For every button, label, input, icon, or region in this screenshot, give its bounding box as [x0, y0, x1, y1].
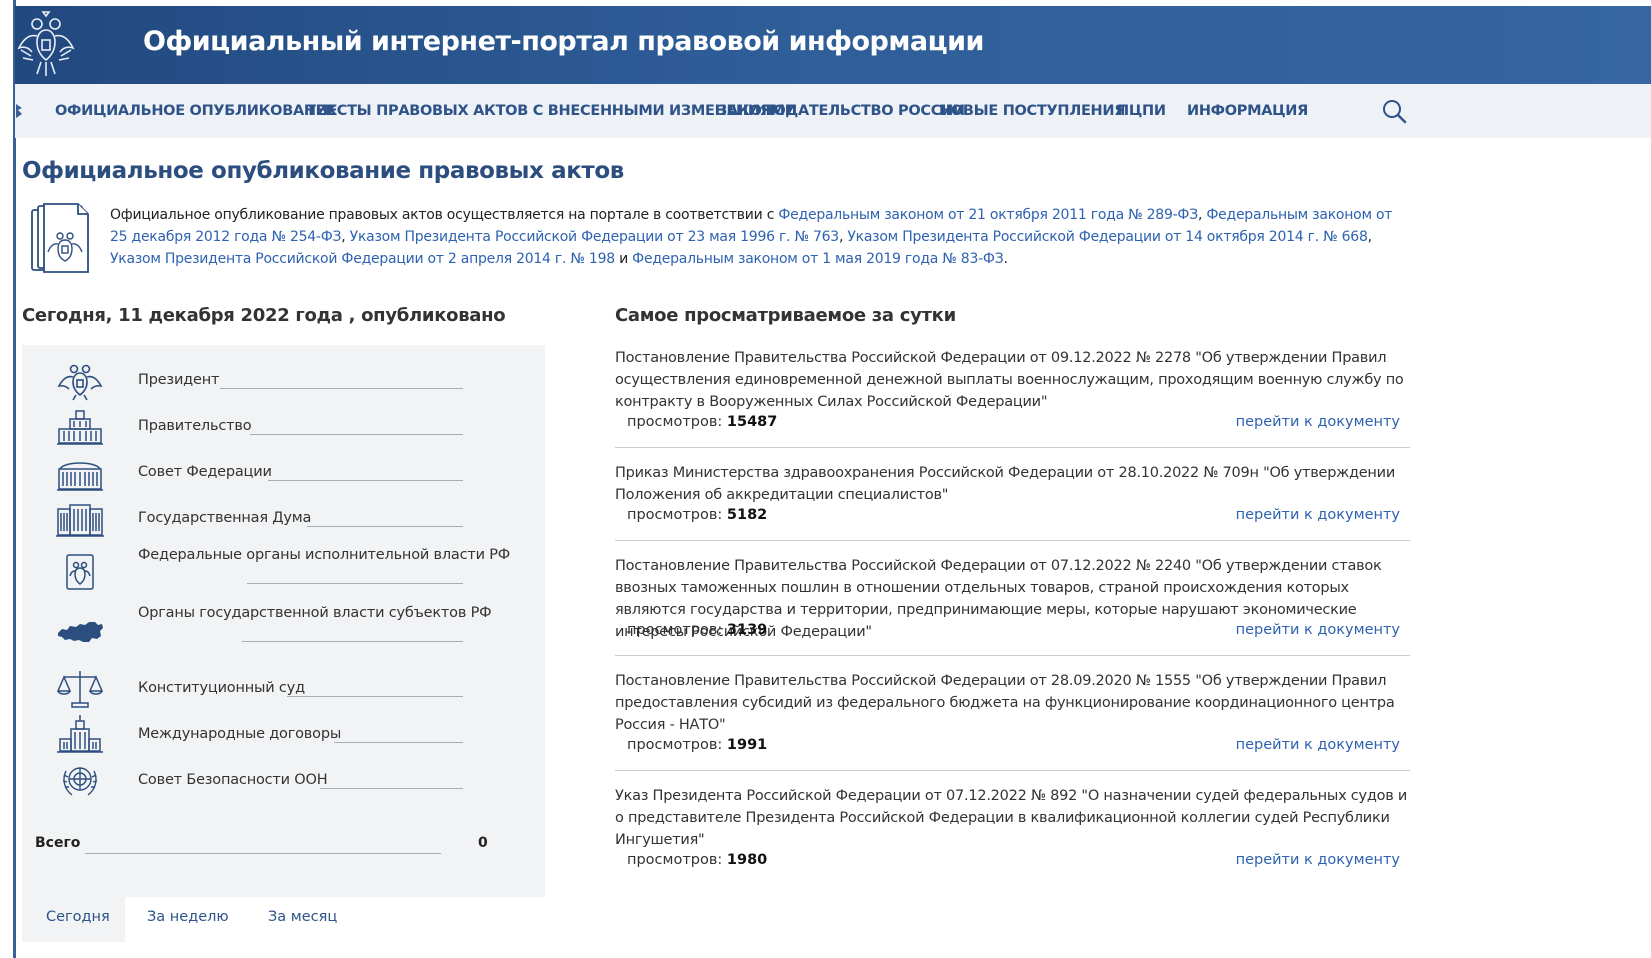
- law-link-289[interactable]: Федеральным законом от 21 октября 2011 г…: [778, 207, 1198, 223]
- coat-of-arms-icon[interactable]: [15, 10, 77, 80]
- separator: ,: [1367, 229, 1372, 245]
- open-document-link[interactable]: перейти к документу: [1236, 737, 1400, 753]
- intro-paragraph: Официальное опубликование правовых актов…: [110, 204, 1400, 270]
- law-link-83[interactable]: Федеральным законом от 1 мая 2019 года №…: [632, 251, 1004, 267]
- period-tabs: Сегодня За неделю За месяц: [22, 897, 545, 942]
- decree-link-668[interactable]: Указом Президента Российской Федерации о…: [847, 229, 1368, 245]
- stat-label: Совет Безопасности ООН: [138, 772, 328, 788]
- divider: [615, 770, 1410, 771]
- stat-label: Президент: [138, 372, 220, 388]
- scales-icon: [56, 671, 104, 708]
- leader-line: [250, 434, 463, 435]
- nav-official-publication[interactable]: ОФИЦИАЛЬНОЕ ОПУБЛИКОВАНИЕ: [55, 103, 337, 119]
- popular-doc-4: Постановление Правительства Российской Ф…: [615, 670, 1410, 780]
- stat-label: Федеральные органы исполнительной власти…: [138, 547, 511, 563]
- nav-russian-legislation[interactable]: ЗАКОНОДАТЕЛЬСТВО РОССИИ: [717, 103, 965, 119]
- views-count: 3139: [726, 622, 768, 638]
- views-label: просмотров:: [627, 414, 727, 430]
- decree-link-763[interactable]: Указом Президента Российской Федерации о…: [350, 229, 840, 245]
- tower-building-icon: [57, 715, 103, 753]
- leader-line: [220, 388, 463, 389]
- tab-month[interactable]: За месяц: [268, 897, 337, 942]
- nav-new-arrivals[interactable]: НОВЫЕ ПОСТУПЛЕНИЯ: [939, 103, 1125, 119]
- tab-today[interactable]: Сегодня: [22, 897, 125, 942]
- nav-information[interactable]: ИНФОРМАЦИЯ: [1187, 103, 1308, 119]
- leader-line: [334, 742, 463, 743]
- un-emblem-icon: [62, 767, 98, 796]
- doc-views: просмотров: 5182: [627, 507, 767, 523]
- stat-label: Конституционный суд: [138, 680, 305, 696]
- tab-week[interactable]: За неделю: [147, 897, 229, 942]
- doc-views: просмотров: 1991: [627, 737, 767, 753]
- open-document-link[interactable]: перейти к документу: [1236, 852, 1400, 868]
- nav-pcpi[interactable]: ПЦПИ: [1117, 103, 1166, 119]
- stat-label: Государственная Дума: [138, 510, 312, 526]
- doc-title: Постановление Правительства Российской Ф…: [615, 350, 1404, 410]
- doc-title: Постановление Правительства Российской Ф…: [615, 673, 1395, 733]
- popular-doc-2: Приказ Министерства здравоохранения Росс…: [615, 462, 1410, 552]
- views-count: 5182: [726, 507, 768, 523]
- leader-line: [268, 480, 463, 481]
- separator: .: [1003, 251, 1008, 267]
- most-viewed-title: Самое просматриваемое за сутки: [615, 305, 956, 326]
- decree-link-198[interactable]: Указом Президента Российской Федерации о…: [110, 251, 615, 267]
- views-label: просмотров:: [627, 737, 727, 753]
- leader-line: [307, 526, 463, 527]
- stats-panel: Президент Правительство Совет Федерации …: [22, 345, 545, 897]
- popular-doc-3: Постановление Правительства Российской Ф…: [615, 555, 1410, 665]
- intro-text: Официальное опубликование правовых актов…: [110, 207, 779, 223]
- doc-views: просмотров: 15487: [627, 414, 777, 430]
- state-duma-icon: [56, 504, 104, 537]
- views-label: просмотров:: [627, 622, 727, 638]
- open-document-link[interactable]: перейти к документу: [1236, 414, 1400, 430]
- today-published-title: Сегодня, 11 декабря 2022 года , опублико…: [22, 305, 506, 326]
- separator: ,: [341, 229, 350, 245]
- eagle-icon: [57, 364, 103, 401]
- views-label: просмотров:: [627, 852, 727, 868]
- doc-views: просмотров: 1980: [627, 852, 767, 868]
- emblem-shield-icon: [66, 554, 94, 590]
- doc-title: Указ Президента Российской Федерации от …: [615, 788, 1408, 848]
- separator: и: [614, 251, 633, 267]
- views-count: 1991: [726, 737, 768, 753]
- page-title: Официальное опубликование правовых актов: [22, 158, 624, 184]
- stat-label: Международные договоры: [138, 726, 342, 742]
- leader-line: [287, 696, 463, 697]
- popular-doc-5: Указ Президента Российской Федерации от …: [615, 785, 1410, 875]
- total-value: 0: [478, 835, 488, 851]
- stat-label: Правительство: [138, 418, 252, 434]
- open-document-link[interactable]: перейти к документу: [1236, 507, 1400, 523]
- leader-line: [242, 641, 463, 642]
- leader-line: [85, 853, 441, 854]
- doc-views: просмотров: 3139: [627, 622, 767, 638]
- site-title[interactable]: Официальный интернет-портал правовой инф…: [143, 26, 984, 57]
- site-header: Официальный интернет-портал правовой инф…: [15, 6, 1651, 84]
- leader-line: [247, 583, 463, 584]
- federation-council-icon: [57, 462, 103, 491]
- government-building-icon: [57, 410, 103, 445]
- divider: [615, 540, 1410, 541]
- russia-map-icon: [58, 622, 103, 642]
- stat-label: Совет Федерации: [138, 464, 272, 480]
- divider: [615, 655, 1410, 656]
- views-label: просмотров:: [627, 507, 727, 523]
- nav-marker-icon: [16, 104, 22, 118]
- stat-label: Органы государственной власти субъектов …: [138, 605, 492, 621]
- popular-doc-1: Постановление Правительства Российской Ф…: [615, 347, 1410, 457]
- search-icon[interactable]: [1381, 98, 1407, 124]
- leader-line: [320, 788, 463, 789]
- total-label: Всего: [35, 835, 81, 851]
- views-count: 15487: [726, 414, 778, 430]
- divider: [615, 447, 1410, 448]
- documents-icon: [31, 203, 89, 273]
- left-border: [13, 0, 16, 958]
- views-count: 1980: [726, 852, 768, 868]
- doc-title: Приказ Министерства здравоохранения Росс…: [615, 465, 1395, 503]
- open-document-link[interactable]: перейти к документу: [1236, 622, 1400, 638]
- main-nav: ОФИЦИАЛЬНОЕ ОПУБЛИКОВАНИЕ ТЕКСТЫ ПРАВОВЫ…: [15, 84, 1651, 138]
